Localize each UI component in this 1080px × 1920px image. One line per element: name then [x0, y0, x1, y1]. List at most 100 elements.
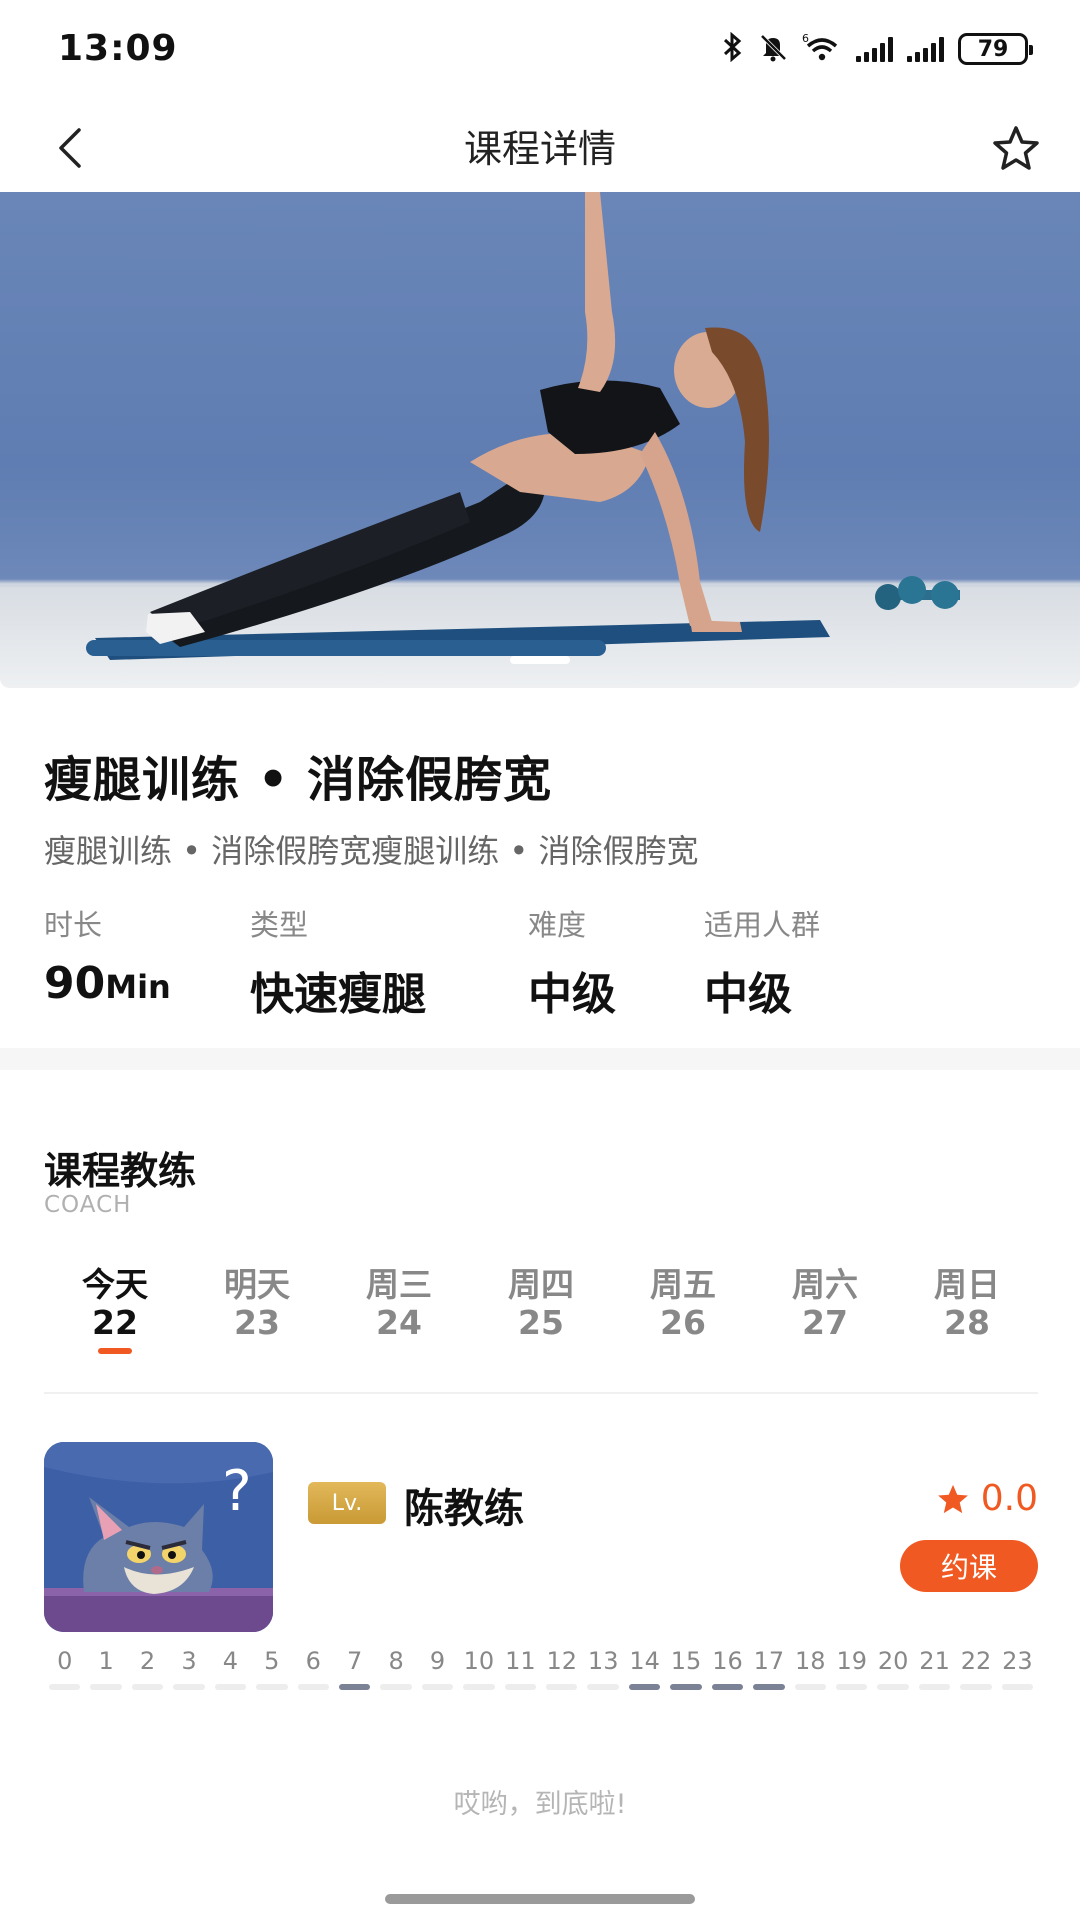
- status-icons: 6 79: [722, 31, 1033, 66]
- hour-bar-booked: [628, 1684, 661, 1690]
- hour-slot[interactable]: 3: [168, 1644, 209, 1694]
- hour-bar: [794, 1684, 827, 1690]
- carousel-indicator: [510, 656, 570, 664]
- hour-slot[interactable]: 14: [624, 1644, 665, 1694]
- stat-label: 适用人群: [704, 908, 821, 942]
- book-class-button[interactable]: 约课: [900, 1540, 1038, 1592]
- date-tab-date: 28: [944, 1303, 990, 1342]
- hour-bar-booked: [753, 1684, 785, 1690]
- date-tab-date: 24: [376, 1303, 422, 1342]
- date-tab-wed[interactable]: 周三 24: [328, 1266, 470, 1356]
- hour-bar: [256, 1684, 288, 1690]
- hour-bar: [918, 1684, 951, 1690]
- stat-value: 快速瘦腿: [250, 969, 426, 1020]
- hour-slot[interactable]: 5: [251, 1644, 292, 1694]
- hour-label: 7: [347, 1647, 363, 1675]
- hour-slot[interactable]: 17: [748, 1644, 789, 1694]
- hour-bar: [960, 1684, 992, 1690]
- stat-unit: Min: [105, 968, 171, 1006]
- hour-bar: [173, 1684, 205, 1690]
- hour-slot[interactable]: 12: [541, 1644, 582, 1694]
- stat-label: 类型: [250, 908, 309, 942]
- svg-text:?: ?: [222, 1459, 252, 1524]
- hour-label: 18: [795, 1647, 826, 1675]
- hour-slot[interactable]: 6: [293, 1644, 334, 1694]
- hour-bar: [49, 1684, 81, 1690]
- stat-value: 90Min: [44, 958, 171, 1009]
- hour-label: 0: [57, 1647, 73, 1675]
- coach-name: 陈教练: [404, 1486, 524, 1532]
- hour-label: 20: [877, 1647, 909, 1675]
- coach-avatar[interactable]: ?: [44, 1442, 273, 1632]
- hero-image[interactable]: [0, 192, 1080, 688]
- date-tab-date: 22: [92, 1303, 138, 1342]
- nav-bar: 课程详情: [0, 100, 1080, 192]
- hour-slot[interactable]: 20: [872, 1644, 913, 1694]
- date-tab-tomorrow[interactable]: 明天 23: [186, 1266, 328, 1356]
- hour-bar: [836, 1684, 868, 1690]
- course-subtitle: 瘦腿训练 • 消除假胯宽瘦腿训练 • 消除假胯宽: [44, 832, 699, 870]
- hour-label: 21: [919, 1647, 950, 1675]
- hour-label: 2: [139, 1647, 156, 1675]
- level-badge: Lv.: [308, 1482, 386, 1524]
- section-title: 课程教练: [44, 1149, 197, 1193]
- hour-slot[interactable]: 16: [707, 1644, 748, 1694]
- date-tab-day: 周四: [508, 1265, 574, 1304]
- hour-slot[interactable]: 19: [831, 1644, 872, 1694]
- hour-bar: [214, 1684, 247, 1690]
- date-tab-fri[interactable]: 周五 26: [612, 1266, 754, 1356]
- date-tab-day: 周五: [650, 1265, 716, 1304]
- stat-label: 时长: [44, 908, 103, 942]
- hour-label: 6: [305, 1647, 321, 1675]
- hour-label: 13: [587, 1647, 619, 1675]
- active-tab-indicator: [98, 1348, 132, 1354]
- star-filled-icon: [937, 1484, 968, 1513]
- hour-label: 17: [753, 1647, 785, 1675]
- hour-bar: [131, 1684, 164, 1690]
- wifi-icon: 6: [802, 32, 842, 66]
- hour-bar: [504, 1684, 537, 1690]
- date-tab-sat[interactable]: 周六 27: [754, 1266, 896, 1356]
- hour-label: 5: [264, 1647, 280, 1675]
- hour-slot[interactable]: 15: [665, 1644, 706, 1694]
- hour-slot[interactable]: 1: [85, 1644, 126, 1694]
- hour-slot[interactable]: 10: [458, 1644, 499, 1694]
- home-indicator[interactable]: [385, 1894, 695, 1904]
- date-tab-sun[interactable]: 周日 28: [896, 1266, 1038, 1356]
- hour-label: 19: [836, 1647, 867, 1675]
- hour-slot[interactable]: 0: [44, 1644, 85, 1694]
- date-tab-day: 周三: [366, 1265, 432, 1304]
- hour-slot[interactable]: 13: [582, 1644, 623, 1694]
- hour-slot[interactable]: 4: [210, 1644, 251, 1694]
- hour-slot[interactable]: 7: [334, 1644, 375, 1694]
- cartoon-cat-avatar: ?: [44, 1442, 273, 1632]
- hour-slot[interactable]: 18: [790, 1644, 831, 1694]
- hour-bar: [877, 1684, 909, 1690]
- date-tab-day: 周六: [792, 1265, 858, 1304]
- date-tab-day: 周日: [934, 1265, 1000, 1304]
- date-tab-today[interactable]: 今天 22: [44, 1266, 186, 1356]
- hour-slot[interactable]: 2: [127, 1644, 168, 1694]
- stat-label: 难度: [528, 908, 587, 942]
- hour-label: 11: [505, 1647, 536, 1675]
- rating-value: 0.0: [980, 1478, 1038, 1519]
- hour-slot[interactable]: 21: [914, 1644, 955, 1694]
- favorite-button[interactable]: [986, 118, 1046, 178]
- stat-value: 中级: [528, 969, 616, 1020]
- hour-bar: [587, 1684, 619, 1690]
- hour-label: 4: [222, 1647, 239, 1675]
- hour-slot[interactable]: 8: [375, 1644, 416, 1694]
- page-title: 课程详情: [463, 127, 616, 171]
- hour-slot[interactable]: 9: [417, 1644, 458, 1694]
- hour-label: 10: [463, 1647, 495, 1675]
- hour-bar: [421, 1684, 454, 1690]
- date-tab-thu[interactable]: 周四 25: [470, 1266, 612, 1356]
- date-tab-day: 今天: [82, 1265, 148, 1304]
- date-tab-date: 27: [802, 1303, 848, 1342]
- hour-slot[interactable]: 11: [500, 1644, 541, 1694]
- date-tab-date: 23: [234, 1303, 280, 1342]
- hour-slot[interactable]: 23: [997, 1644, 1038, 1694]
- hour-bar: [90, 1684, 122, 1690]
- end-of-list-text: 哎哟，到底啦!: [453, 1789, 627, 1820]
- hour-slot[interactable]: 22: [955, 1644, 996, 1694]
